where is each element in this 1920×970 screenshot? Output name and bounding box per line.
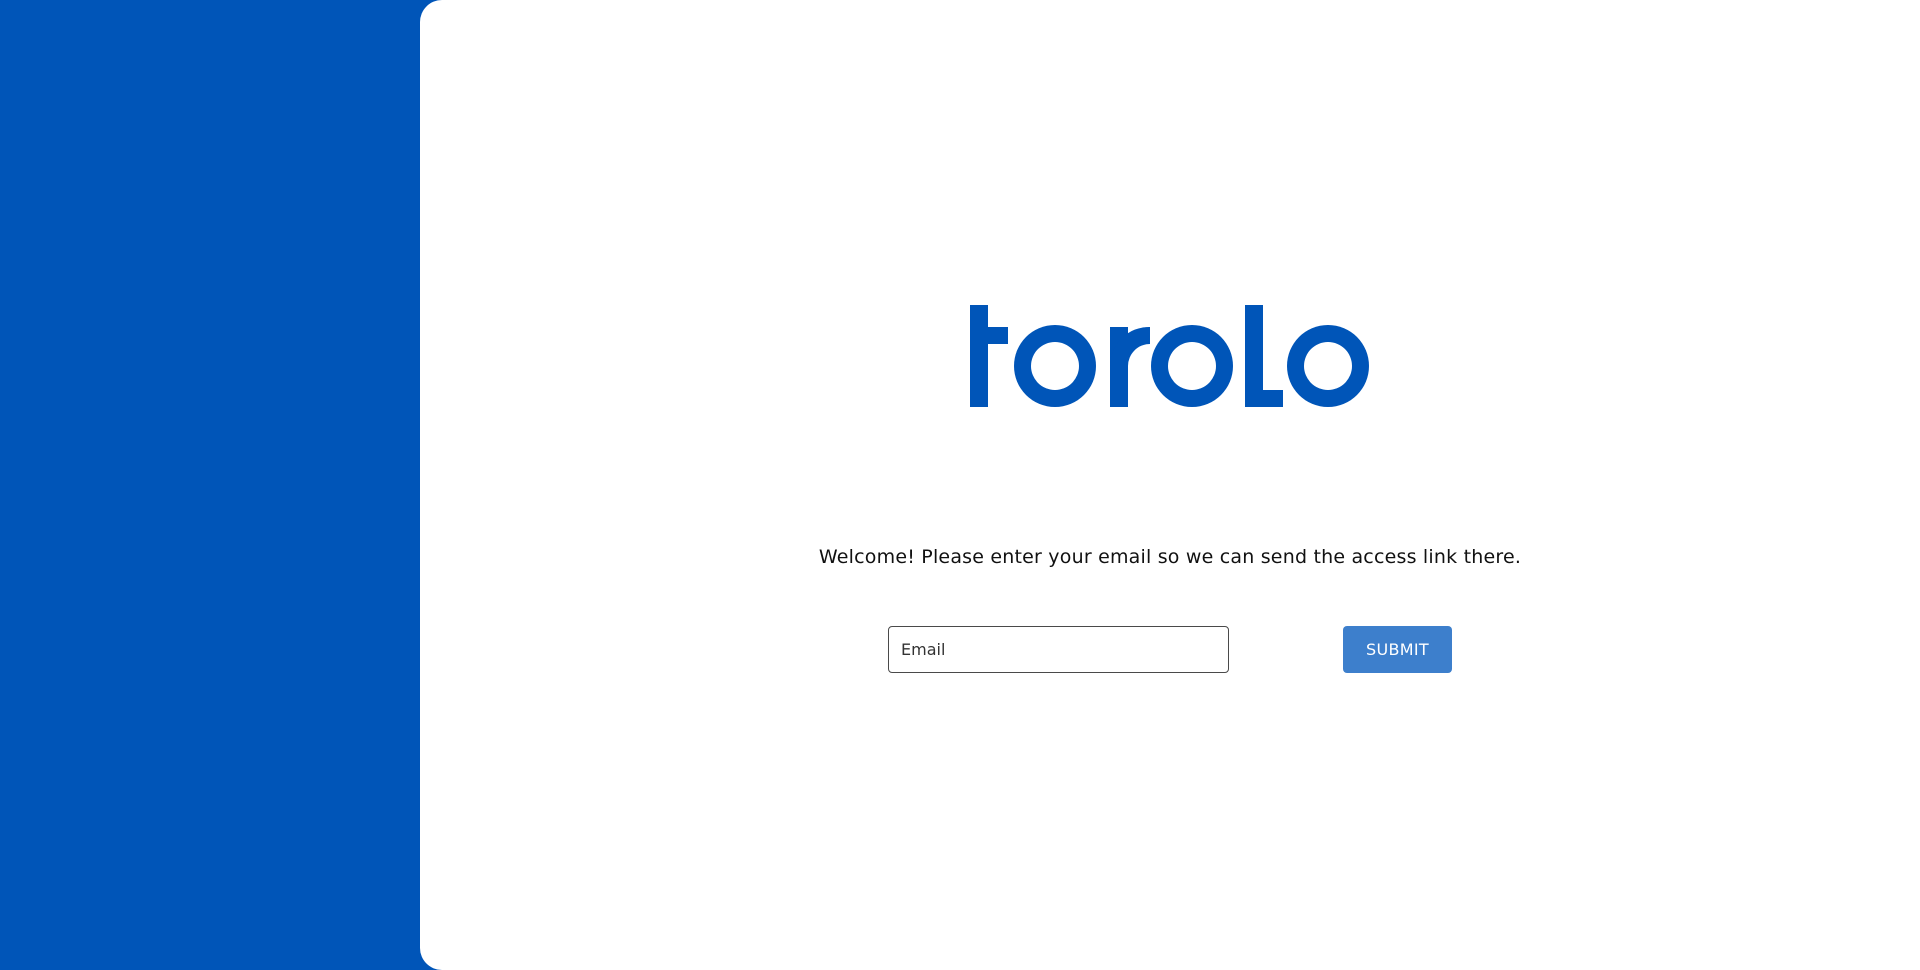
welcome-message: Welcome! Please enter your email so we c… <box>818 546 1522 568</box>
page: Welcome! Please enter your email so we c… <box>0 0 1920 970</box>
toroto-logo <box>970 305 1370 407</box>
login-panel <box>420 0 1920 970</box>
submit-button[interactable]: SUBMIT <box>1343 626 1452 673</box>
email-input[interactable] <box>888 626 1229 673</box>
